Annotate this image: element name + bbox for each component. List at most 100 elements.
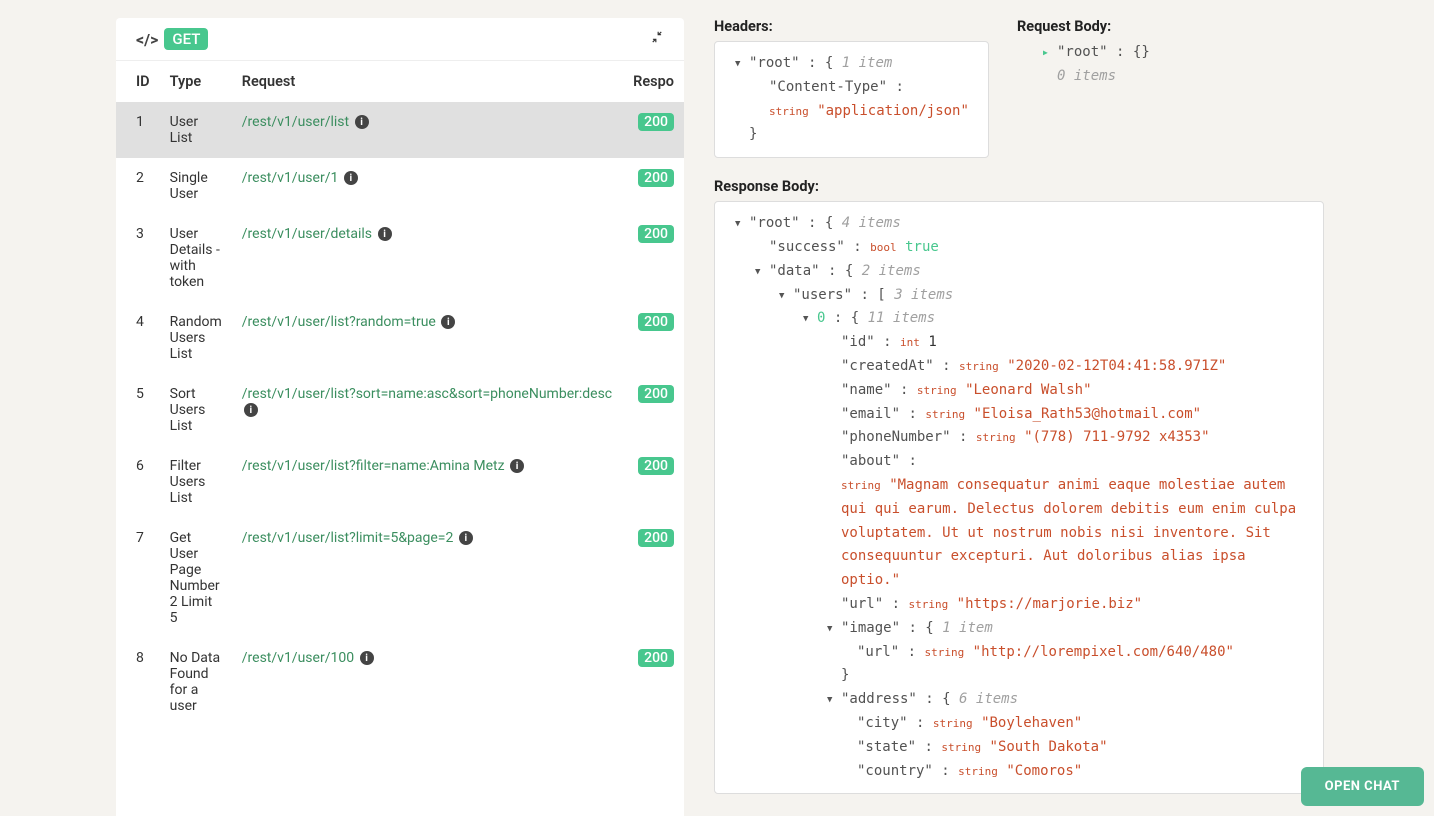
request-link[interactable]: /rest/v1/user/list?random=true <box>242 314 436 330</box>
col-id: ID <box>116 61 160 102</box>
cell-response: 200 <box>623 214 684 302</box>
caret-down-icon[interactable]: ▼ <box>755 265 760 280</box>
status-badge: 200 <box>638 169 674 187</box>
request-body-title: Request Body: <box>1017 18 1324 35</box>
caret-right-icon[interactable]: ▶ <box>1043 46 1048 60</box>
status-badge: 200 <box>638 385 674 403</box>
json-node[interactable]: ▼"image" : { 1 item <box>729 617 1309 641</box>
cell-request: /rest/v1/user/list i <box>232 102 623 158</box>
table-row[interactable]: 3User Details - with token/rest/v1/user/… <box>116 214 684 302</box>
cell-request: /rest/v1/user/list?sort=name:asc&sort=ph… <box>232 374 623 446</box>
request-link[interactable]: /rest/v1/user/1 <box>242 170 339 186</box>
status-badge: 200 <box>638 225 674 243</box>
col-response: Respo <box>623 61 684 102</box>
cell-type: User Details - with token <box>160 214 232 302</box>
info-icon[interactable]: i <box>459 531 473 545</box>
info-icon[interactable]: i <box>244 403 258 417</box>
request-link[interactable]: /rest/v1/user/details <box>242 226 372 242</box>
cell-request: /rest/v1/user/1 i <box>232 158 623 214</box>
table-row[interactable]: 7Get User Page Number 2 Limit 5/rest/v1/… <box>116 518 684 638</box>
json-leaf: "about" : <box>729 450 1309 474</box>
collapse-icon[interactable] <box>650 30 664 48</box>
json-node[interactable]: ▶"root" : {} <box>1017 41 1324 65</box>
table-row[interactable]: 4Random Users List/rest/v1/user/list?ran… <box>116 302 684 374</box>
status-badge: 200 <box>638 313 674 331</box>
info-icon[interactable]: i <box>378 227 392 241</box>
cell-type: Filter Users List <box>160 446 232 518</box>
json-close: } <box>729 664 1309 688</box>
info-icon[interactable]: i <box>344 171 358 185</box>
status-badge: 200 <box>638 529 674 547</box>
json-leaf-value: string "application/json" <box>729 100 974 124</box>
request-link[interactable]: /rest/v1/user/list?limit=5&page=2 <box>242 530 454 546</box>
request-body-json: ▶"root" : {} 0 items <box>1017 41 1324 89</box>
table-row[interactable]: 5Sort Users List/rest/v1/user/list?sort=… <box>116 374 684 446</box>
response-json-box: ▼"root" : { 4 items "success" : bool tru… <box>714 201 1324 794</box>
cell-request: /rest/v1/user/list?filter=name:Amina Met… <box>232 446 623 518</box>
caret-down-icon[interactable]: ▼ <box>735 217 740 232</box>
headers-json-box: ▼"root" : { 1 item "Content-Type" : stri… <box>714 41 989 158</box>
cell-request: /rest/v1/user/list?random=true i <box>232 302 623 374</box>
json-node[interactable]: ▼"root" : { 1 item <box>729 52 974 76</box>
json-leaf: "email" : string "Eloisa_Rath53@hotmail.… <box>729 403 1309 427</box>
headers-title: Headers: <box>714 18 989 35</box>
json-leaf: "name" : string "Leonard Walsh" <box>729 379 1309 403</box>
request-link[interactable]: /rest/v1/user/list?sort=name:asc&sort=ph… <box>242 386 612 402</box>
caret-down-icon[interactable]: ▼ <box>803 312 808 327</box>
cell-response: 200 <box>623 374 684 446</box>
json-node[interactable]: ▼"users" : [ 3 items <box>729 284 1309 308</box>
json-leaf: "url" : string "http://lorempixel.com/64… <box>729 641 1309 665</box>
cell-type: User List <box>160 102 232 158</box>
code-icon: </> <box>136 30 158 49</box>
cell-request: /rest/v1/user/details i <box>232 214 623 302</box>
cell-id: 2 <box>116 158 160 214</box>
cell-type: No Data Found for a user <box>160 638 232 726</box>
json-hint: 0 items <box>1017 65 1324 89</box>
json-node[interactable]: ▼"root" : { 4 items <box>729 212 1309 236</box>
info-icon[interactable]: i <box>355 115 369 129</box>
json-leaf: "id" : int 1 <box>729 331 1309 355</box>
cell-id: 8 <box>116 638 160 726</box>
request-list-panel: </> GET ID Type Request Respo 1User List… <box>116 18 684 816</box>
json-leaf: "phoneNumber" : string "(778) 711-9792 x… <box>729 426 1309 450</box>
cell-response: 200 <box>623 302 684 374</box>
cell-id: 5 <box>116 374 160 446</box>
details-panel: Headers: ▼"root" : { 1 item "Content-Typ… <box>684 0 1434 816</box>
json-leaf: "success" : bool true <box>729 236 1309 260</box>
json-node[interactable]: ▼"address" : { 6 items <box>729 688 1309 712</box>
status-badge: 200 <box>638 113 674 131</box>
cell-response: 200 <box>623 102 684 158</box>
request-link[interactable]: /rest/v1/user/list?filter=name:Amina Met… <box>242 458 505 474</box>
response-body-title: Response Body: <box>714 178 1324 195</box>
table-row[interactable]: 8No Data Found for a user/rest/v1/user/1… <box>116 638 684 726</box>
col-request: Request <box>232 61 623 102</box>
json-leaf: "createdAt" : string "2020-02-12T04:41:5… <box>729 355 1309 379</box>
json-node[interactable]: ▼0 : { 11 items <box>729 307 1309 331</box>
info-icon[interactable]: i <box>360 651 374 665</box>
cell-id: 7 <box>116 518 160 638</box>
table-row[interactable]: 1User List/rest/v1/user/list i 200 <box>116 102 684 158</box>
table-row[interactable]: 6Filter Users List/rest/v1/user/list?fil… <box>116 446 684 518</box>
caret-down-icon[interactable]: ▼ <box>735 57 740 72</box>
json-leaf: "state" : string "South Dakota" <box>729 736 1309 760</box>
json-leaf: "Content-Type" : <box>729 76 974 100</box>
cell-id: 6 <box>116 446 160 518</box>
json-leaf: "country" : string "Comoros" <box>729 760 1309 784</box>
open-chat-button[interactable]: OPEN CHAT <box>1301 767 1424 806</box>
cell-request: /rest/v1/user/100 i <box>232 638 623 726</box>
request-link[interactable]: /rest/v1/user/list <box>242 114 349 130</box>
caret-down-icon[interactable]: ▼ <box>827 622 832 637</box>
caret-down-icon[interactable]: ▼ <box>827 693 832 708</box>
table-row[interactable]: 2Single User/rest/v1/user/1 i200 <box>116 158 684 214</box>
cell-response: 200 <box>623 638 684 726</box>
caret-down-icon[interactable]: ▼ <box>779 289 784 304</box>
json-leaf: "url" : string "https://marjorie.biz" <box>729 593 1309 617</box>
cell-id: 1 <box>116 102 160 158</box>
cell-type: Sort Users List <box>160 374 232 446</box>
info-icon[interactable]: i <box>441 315 455 329</box>
method-badge: GET <box>164 28 208 50</box>
json-node[interactable]: ▼"data" : { 2 items <box>729 260 1309 284</box>
request-link[interactable]: /rest/v1/user/100 <box>242 650 354 666</box>
info-icon[interactable]: i <box>510 459 524 473</box>
cell-response: 200 <box>623 446 684 518</box>
